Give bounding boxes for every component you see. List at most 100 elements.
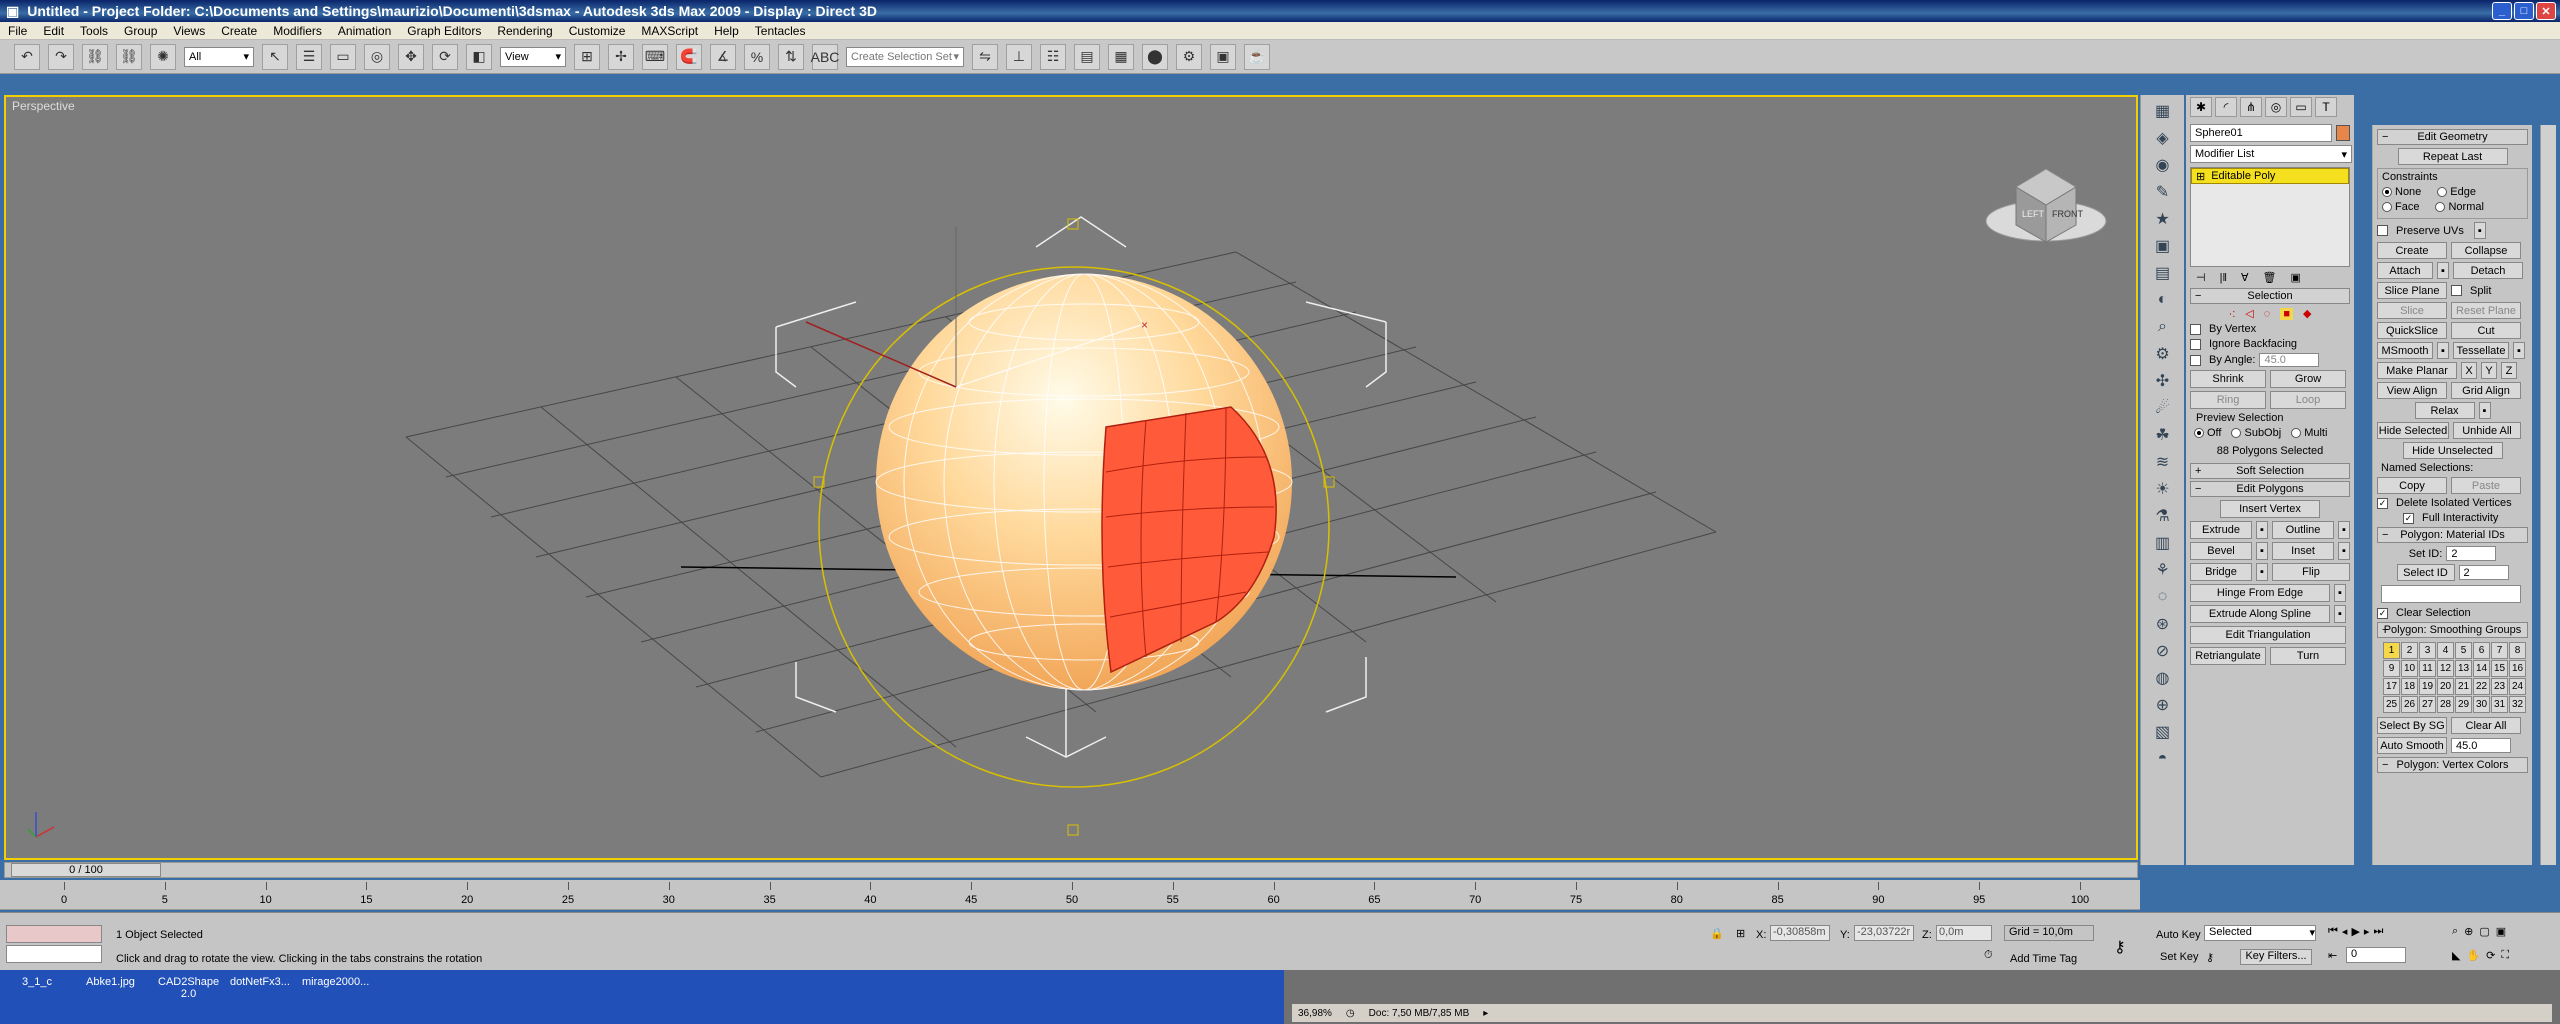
hide-selected-button[interactable]: Hide Selected (2377, 422, 2449, 439)
hinge-settings-icon[interactable]: ▪ (2334, 584, 2346, 602)
lock-selection-icon[interactable]: 🔒 (1710, 927, 1724, 940)
copy-button[interactable]: Copy (2377, 477, 2447, 494)
clear-selection-checkbox[interactable]: ✓ (2377, 607, 2388, 619)
select-by-sg-button[interactable]: Select By SG (2377, 717, 2447, 734)
smoothing-group-button[interactable]: 24 (2509, 678, 2526, 695)
smoothing-group-button[interactable]: 22 (2473, 678, 2490, 695)
tool-icon[interactable]: ⚘ (2150, 558, 2176, 582)
layer-manager-icon[interactable]: ☷ (1040, 43, 1066, 70)
menu-create[interactable]: Create (221, 24, 257, 38)
msmooth-settings-icon[interactable]: ▪ (2437, 342, 2449, 359)
viewcube-front-label[interactable]: FRONT (2052, 209, 2083, 219)
set-id-spinner[interactable]: 2 (2446, 546, 2497, 561)
tool-icon[interactable]: ⚗ (2150, 504, 2176, 528)
render-setup-icon[interactable]: ⚙ (1176, 43, 1202, 70)
menu-group[interactable]: Group (124, 24, 157, 38)
smoothing-group-button[interactable]: 9 (2383, 660, 2400, 677)
smoothing-group-button[interactable]: 2 (2401, 642, 2418, 659)
bridge-settings-icon[interactable]: ▪ (2256, 563, 2268, 581)
preview-off-option[interactable]: Off (2194, 427, 2221, 439)
menu-file[interactable]: File (8, 24, 27, 38)
turn-button[interactable]: Turn (2270, 647, 2346, 665)
menu-edit[interactable]: Edit (43, 24, 64, 38)
planar-x-button[interactable]: X (2461, 362, 2477, 379)
edit-triangulation-button[interactable]: Edit Triangulation (2190, 626, 2346, 644)
delete-isolated-checkbox[interactable]: ✓ (2377, 497, 2388, 509)
smoothing-group-button[interactable]: 5 (2455, 642, 2472, 659)
taskbar-item[interactable]: 3_1_c (22, 976, 52, 988)
make-unique-icon[interactable]: ∀ (2241, 271, 2249, 284)
grow-button[interactable]: Grow (2270, 370, 2346, 388)
smoothing-group-button[interactable]: 1 (2383, 642, 2400, 659)
preserve-uvs-checkbox[interactable] (2377, 225, 2388, 236)
planar-y-button[interactable]: Y (2481, 362, 2497, 379)
key-filters-button[interactable]: Key Filters... (2240, 949, 2312, 965)
grid-align-button[interactable]: Grid Align (2451, 382, 2521, 399)
smoothing-groups-rollout-header[interactable]: − Polygon: Smoothing Groups (2377, 622, 2528, 638)
preview-subobj-option[interactable]: SubObj (2231, 427, 2281, 439)
vertex-level-icon[interactable]: ·: (2229, 308, 2236, 320)
extrude-along-spline-button[interactable]: Extrude Along Spline (2190, 605, 2330, 623)
zoom-extents-all-icon[interactable]: ▣ (2496, 925, 2506, 938)
extrude-settings-icon[interactable]: ▪ (2256, 521, 2268, 539)
z-coordinate-field[interactable]: 0,0m (1936, 925, 1992, 941)
smoothing-group-button[interactable]: 17 (2383, 678, 2400, 695)
percent-snap-icon[interactable]: % (744, 43, 770, 70)
constraint-edge-radio[interactable] (2437, 187, 2448, 197)
attach-button[interactable]: Attach (2377, 262, 2433, 279)
outline-button[interactable]: Outline (2272, 521, 2334, 539)
border-level-icon[interactable]: ◌ (2264, 308, 2271, 320)
menu-help[interactable]: Help (714, 24, 739, 38)
quickslice-button[interactable]: QuickSlice (2377, 322, 2447, 339)
auto-smooth-button[interactable]: Auto Smooth (2377, 737, 2447, 754)
display-tab-icon[interactable]: ▭ (2290, 97, 2312, 117)
select-id-spinner[interactable]: 2 (2458, 565, 2509, 580)
menu-rendering[interactable]: Rendering (497, 24, 552, 38)
smoothing-group-button[interactable]: 6 (2473, 642, 2490, 659)
maxscript-input[interactable] (6, 945, 102, 963)
constraint-none-option[interactable]: None (2382, 186, 2421, 198)
split-checkbox[interactable] (2451, 285, 2462, 296)
go-to-start-icon[interactable]: ⏮ (2328, 925, 2338, 938)
clear-all-button[interactable]: Clear All (2451, 717, 2521, 734)
schematic-view-icon[interactable]: ▦ (1108, 43, 1134, 70)
redo-icon[interactable]: ↷ (48, 43, 74, 70)
smoothing-group-button[interactable]: 25 (2383, 696, 2400, 713)
smoothing-group-button[interactable]: 3 (2419, 642, 2436, 659)
keyboard-shortcut-icon[interactable]: ⌨ (642, 43, 668, 70)
tool-icon[interactable]: ★ (2150, 207, 2176, 231)
bevel-button[interactable]: Bevel (2190, 542, 2252, 560)
slice-plane-button[interactable]: Slice Plane (2377, 282, 2447, 299)
tessellate-button[interactable]: Tessellate (2453, 342, 2509, 359)
tool-icon[interactable]: ▤ (2150, 261, 2176, 285)
select-manipulate-icon[interactable]: ✢ (608, 43, 634, 70)
insert-vertex-button[interactable]: Insert Vertex (2220, 500, 2320, 518)
collapse-button[interactable]: Collapse (2451, 242, 2521, 259)
angle-snap-icon[interactable]: ∡ (710, 43, 736, 70)
edit-geometry-rollout-header[interactable]: − Edit Geometry (2377, 129, 2528, 145)
ref-coord-select[interactable]: View ▾ (500, 46, 566, 67)
preview-multi-radio[interactable] (2291, 428, 2302, 438)
tool-icon[interactable]: ☀ (2150, 477, 2176, 501)
expand-icon[interactable]: ⊞ (2196, 170, 2205, 183)
tool-icon[interactable]: ≋ (2150, 450, 2176, 474)
smoothing-group-button[interactable]: 27 (2419, 696, 2436, 713)
smoothing-group-button[interactable]: 12 (2437, 660, 2454, 677)
tool-icon[interactable]: ▥ (2150, 531, 2176, 555)
preview-multi-option[interactable]: Multi (2291, 427, 2327, 439)
smoothing-group-button[interactable]: 15 (2491, 660, 2508, 677)
material-name-select[interactable] (2381, 585, 2521, 603)
zoom-all-icon[interactable]: ⊕ (2464, 925, 2473, 938)
smoothing-group-button[interactable]: 14 (2473, 660, 2490, 677)
smoothing-group-button[interactable]: 19 (2419, 678, 2436, 695)
attach-list-icon[interactable]: ▪ (2437, 262, 2449, 279)
delete-isolated-option[interactable]: ✓ Delete Isolated Vertices (2377, 497, 2528, 509)
tool-icon[interactable]: ⚙ (2150, 342, 2176, 366)
tool-icon[interactable]: ✎ (2150, 180, 2176, 204)
smoothing-group-button[interactable]: 16 (2509, 660, 2526, 677)
menu-tentacles[interactable]: Tentacles (755, 24, 806, 38)
constraint-none-radio[interactable] (2382, 187, 2392, 197)
snaps-toggle-icon[interactable]: 🧲 (676, 43, 702, 70)
scale-icon[interactable]: ◧ (466, 43, 492, 70)
previous-frame-icon[interactable]: ◂ (2342, 925, 2348, 938)
